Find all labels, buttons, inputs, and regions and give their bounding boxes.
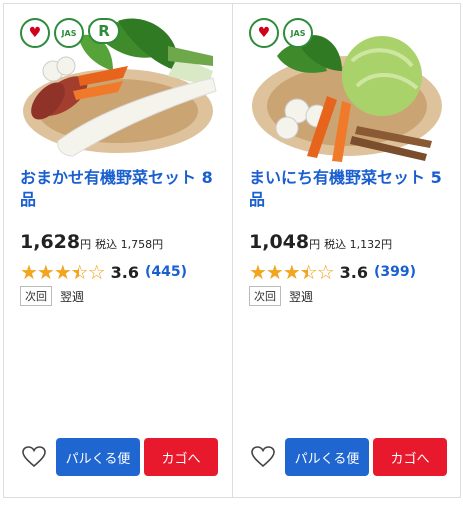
favorite-heart-icon[interactable]	[249, 443, 277, 471]
card-actions: パルくる便 カゴへ	[20, 438, 218, 476]
coop-food-badge-icon: ♥	[20, 18, 50, 48]
tax-included-price: 税込 1,132円	[324, 238, 393, 251]
pal-delivery-button[interactable]: パルくる便	[285, 438, 369, 476]
product-card: ♥ JAS まいにち有機野菜セット 5品 1,048円 税込 1,132円 ★★…	[232, 4, 460, 497]
star-rating-icon: ★★★★☆☆	[20, 260, 106, 284]
product-title-link[interactable]: まいにち有機野菜セット 5品	[249, 167, 454, 211]
delivery-tag: 次回	[249, 286, 281, 306]
product-image[interactable]: ♥ JAS R	[18, 16, 218, 166]
star-rating-icon: ★★★★☆☆	[249, 260, 335, 284]
price-yen: 円	[309, 238, 321, 251]
product-image[interactable]: ♥ JAS	[247, 16, 447, 166]
certification-badges: ♥ JAS R	[20, 18, 120, 48]
product-grid: ♥ JAS R おまかせ有機野菜セット 8品 1,628円 税込 1,758円 …	[3, 3, 461, 498]
favorite-heart-icon[interactable]	[20, 443, 48, 471]
rating-score: 3.6	[110, 262, 140, 282]
price-block: 1,628円 税込 1,758円	[20, 231, 163, 253]
pal-delivery-button[interactable]: パルくる便	[56, 438, 140, 476]
rating: ★★★★☆☆ 3.6 (399)	[249, 260, 416, 284]
tax-included-price: 税込 1,758円	[95, 238, 164, 251]
organic-jas-badge-icon: JAS	[283, 18, 313, 48]
product-card: ♥ JAS R おまかせ有機野菜セット 8品 1,628円 税込 1,758円 …	[4, 4, 232, 497]
add-to-cart-button[interactable]: カゴへ	[373, 438, 447, 476]
review-count-link[interactable]: (399)	[374, 264, 416, 280]
delivery-info: 次回 翌週	[20, 286, 84, 306]
coop-food-badge-icon: ♥	[249, 18, 279, 48]
delivery-tag: 次回	[20, 286, 52, 306]
price: 1,628	[20, 231, 81, 253]
rating: ★★★★☆☆ 3.6 (445)	[20, 260, 187, 284]
add-to-cart-button[interactable]: カゴへ	[144, 438, 218, 476]
review-count-link[interactable]: (445)	[145, 264, 187, 280]
price-yen: 円	[80, 238, 92, 251]
organic-jas-badge-icon: JAS	[54, 18, 84, 48]
product-title-link[interactable]: おまかせ有機野菜セット 8品	[20, 167, 225, 211]
certification-badges: ♥ JAS	[249, 18, 313, 48]
r-mark-badge-icon: R	[88, 18, 120, 44]
delivery-when: 翌週	[60, 289, 85, 304]
price-block: 1,048円 税込 1,132円	[249, 231, 392, 253]
rating-score: 3.6	[339, 262, 369, 282]
delivery-info: 次回 翌週	[249, 286, 313, 306]
delivery-when: 翌週	[289, 289, 314, 304]
card-actions: パルくる便 カゴへ	[249, 438, 447, 476]
price: 1,048	[249, 231, 310, 253]
